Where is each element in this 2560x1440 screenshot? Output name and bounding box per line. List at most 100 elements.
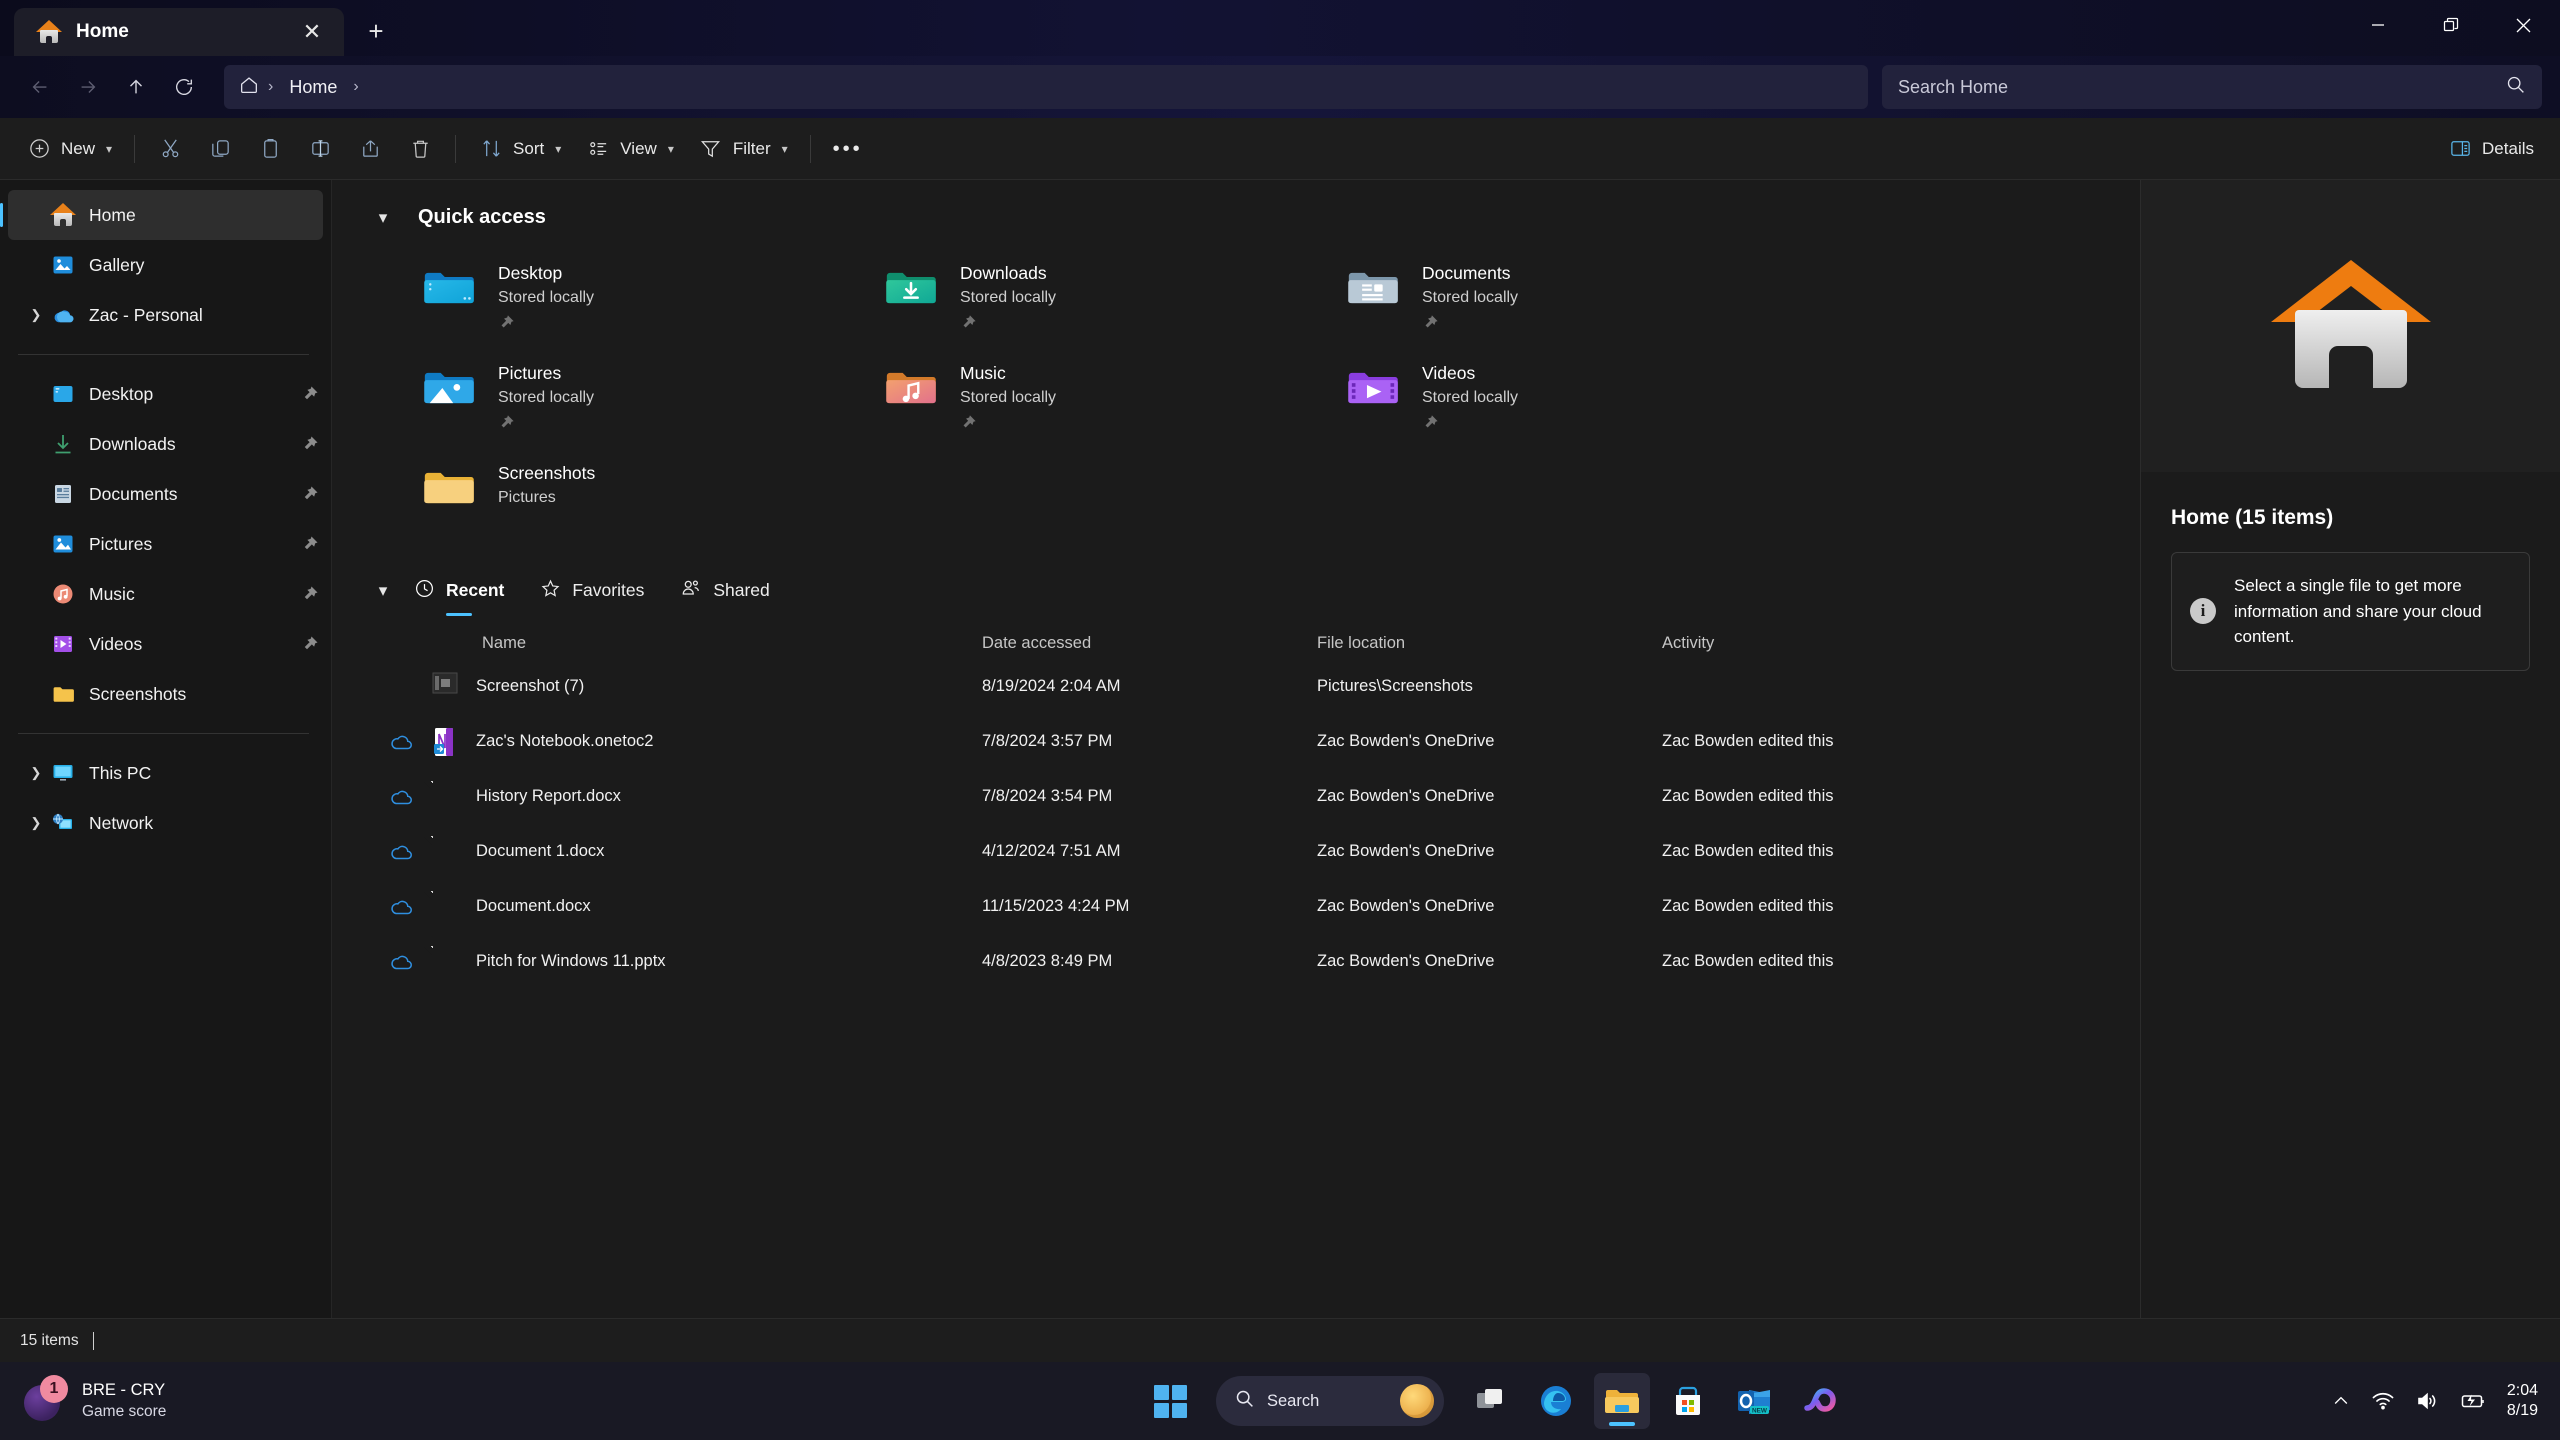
windows-start-icon[interactable] (1142, 1373, 1198, 1429)
pin-icon[interactable] (960, 314, 1056, 336)
game-score-widget[interactable]: 1 BRE - CRY Game score (22, 1375, 166, 1423)
pin-icon[interactable] (498, 414, 594, 436)
refresh-button[interactable] (162, 65, 206, 109)
details-pane-button[interactable]: Details (2435, 127, 2546, 171)
sidebar-item-this-pc[interactable]: ❯ This PC (8, 748, 323, 798)
volume-icon[interactable] (2415, 1389, 2439, 1413)
microsoft-store-icon[interactable] (1660, 1373, 1716, 1429)
quick-access-item-documents[interactable]: Documents Stored locally (1344, 255, 1806, 341)
pin-icon[interactable] (297, 435, 323, 453)
quick-access-item-music[interactable]: Music Stored locally (882, 355, 1344, 441)
cut-button[interactable] (145, 127, 195, 171)
sidebar-item-gallery[interactable]: Gallery (8, 240, 323, 290)
chevron-down-icon[interactable]: ▾ (370, 581, 396, 607)
file-name-cell[interactable]: History Report.docx (432, 782, 982, 812)
share-button[interactable] (345, 127, 395, 171)
chevron-up-icon[interactable] (2331, 1391, 2351, 1411)
sidebar-item-pictures[interactable]: Pictures (8, 519, 323, 569)
close-icon[interactable] (2487, 0, 2560, 50)
battery-charging-icon[interactable] (2459, 1390, 2487, 1412)
edge-icon[interactable] (1528, 1373, 1584, 1429)
chevron-right-icon[interactable]: ❯ (22, 815, 50, 831)
quick-access-item-pictures[interactable]: Pictures Stored locally (420, 355, 882, 441)
new-tab-icon[interactable]: + (354, 9, 398, 53)
breadcrumb-separator-2[interactable]: › (351, 78, 360, 96)
tab-favorites[interactable]: Favorites (522, 572, 662, 616)
column-header-date-accessed[interactable]: Date accessed (982, 634, 1317, 653)
pin-icon[interactable] (297, 385, 323, 403)
delete-button[interactable] (395, 127, 445, 171)
new-button[interactable]: New ▾ (14, 127, 124, 171)
task-view-icon[interactable] (1462, 1373, 1518, 1429)
more-options-button[interactable]: ••• (821, 127, 875, 171)
navigation-sidebar[interactable]: Home Gallery ❯ Zac - Personal Desktop Do… (0, 180, 332, 1318)
up-button[interactable] (114, 65, 158, 109)
copilot-icon[interactable] (1792, 1373, 1848, 1429)
file-name-cell[interactable]: Document.docx (432, 892, 982, 922)
minimize-icon[interactable] (2341, 0, 2414, 50)
file-name-cell[interactable]: Zac's Notebook.onetoc2 (432, 727, 982, 757)
filter-button[interactable]: Filter ▾ (686, 127, 800, 171)
home-icon[interactable] (238, 74, 260, 101)
pin-icon[interactable] (498, 314, 594, 336)
taskbar-search[interactable]: Search (1216, 1376, 1444, 1426)
pin-icon[interactable] (297, 585, 323, 603)
copy-button[interactable] (195, 127, 245, 171)
tab-recent[interactable]: Recent (396, 572, 522, 616)
pin-icon[interactable] (297, 485, 323, 503)
column-header-activity[interactable]: Activity (1662, 634, 1992, 653)
clock[interactable]: 2:04 8/19 (2507, 1381, 2538, 1421)
sidebar-item-desktop[interactable]: Desktop (8, 369, 323, 419)
tab-home[interactable]: Home ✕ (14, 8, 344, 56)
forward-button[interactable] (66, 65, 110, 109)
column-header-name[interactable]: Name (432, 634, 982, 653)
address-bar[interactable]: › Home › (224, 65, 1868, 109)
sidebar-item-documents[interactable]: Documents (8, 469, 323, 519)
quick-access-item-downloads[interactable]: Downloads Stored locally (882, 255, 1344, 341)
tab-shared[interactable]: Shared (662, 571, 787, 616)
sidebar-item-music[interactable]: Music (8, 569, 323, 619)
quick-access-item-desktop[interactable]: Desktop Stored locally (420, 255, 882, 341)
rename-button[interactable] (295, 127, 345, 171)
sidebar-item-home[interactable]: Home (0, 190, 323, 240)
table-row[interactable]: History Report.docx 7/8/2024 3:54 PM Zac… (370, 769, 2140, 824)
quick-access-item-screenshots[interactable]: Screenshots Pictures (420, 455, 882, 541)
table-row[interactable]: Screenshot (7) 8/19/2024 2:04 AM Picture… (370, 659, 2140, 714)
pin-icon[interactable] (960, 414, 1056, 436)
sidebar-item-zac-personal[interactable]: ❯ Zac - Personal (8, 290, 323, 340)
back-button[interactable] (18, 65, 62, 109)
table-row[interactable]: Pitch for Windows 11.pptx 4/8/2023 8:49 … (370, 934, 2140, 989)
sort-button[interactable]: Sort ▾ (466, 127, 573, 171)
quick-access-item-videos[interactable]: Videos Stored locally (1344, 355, 1806, 441)
pin-icon[interactable] (297, 535, 323, 553)
file-name-cell[interactable]: Pitch for Windows 11.pptx (432, 947, 982, 977)
view-button[interactable]: View ▾ (573, 127, 686, 171)
sidebar-item-downloads[interactable]: Downloads (8, 419, 323, 469)
chevron-right-icon[interactable]: ❯ (22, 765, 50, 781)
restore-icon[interactable] (2414, 0, 2487, 50)
pin-icon[interactable] (297, 635, 323, 653)
chevron-right-icon[interactable]: ❯ (22, 307, 50, 323)
wifi-icon[interactable] (2371, 1389, 2395, 1413)
file-name-cell[interactable]: Document 1.docx (432, 837, 982, 867)
close-tab-icon[interactable]: ✕ (294, 14, 330, 50)
column-header-file-location[interactable]: File location (1317, 634, 1662, 653)
sidebar-item-videos[interactable]: Videos (8, 619, 323, 669)
table-row[interactable]: Zac's Notebook.onetoc2 7/8/2024 3:57 PM … (370, 714, 2140, 769)
quick-access-header[interactable]: ▾ Quick access (332, 180, 2140, 229)
search-icon[interactable] (2505, 74, 2526, 100)
search-input[interactable] (1898, 76, 2505, 98)
pin-icon[interactable] (1422, 414, 1518, 436)
pin-icon[interactable] (1422, 314, 1518, 336)
table-row[interactable]: Document.docx 11/15/2023 4:24 PM Zac Bow… (370, 879, 2140, 934)
sidebar-item-network[interactable]: ❯ Network (8, 798, 323, 848)
outlook-icon[interactable]: NEW (1726, 1373, 1782, 1429)
file-explorer-icon[interactable] (1594, 1373, 1650, 1429)
table-row[interactable]: Document 1.docx 4/12/2024 7:51 AM Zac Bo… (370, 824, 2140, 879)
sidebar-item-screenshots[interactable]: Screenshots (8, 669, 323, 719)
file-name-cell[interactable]: Screenshot (7) (432, 672, 982, 702)
paste-button[interactable] (245, 127, 295, 171)
breadcrumb[interactable]: Home (281, 73, 345, 102)
search-box[interactable] (1882, 65, 2542, 109)
chevron-down-icon[interactable]: ▾ (370, 208, 396, 228)
